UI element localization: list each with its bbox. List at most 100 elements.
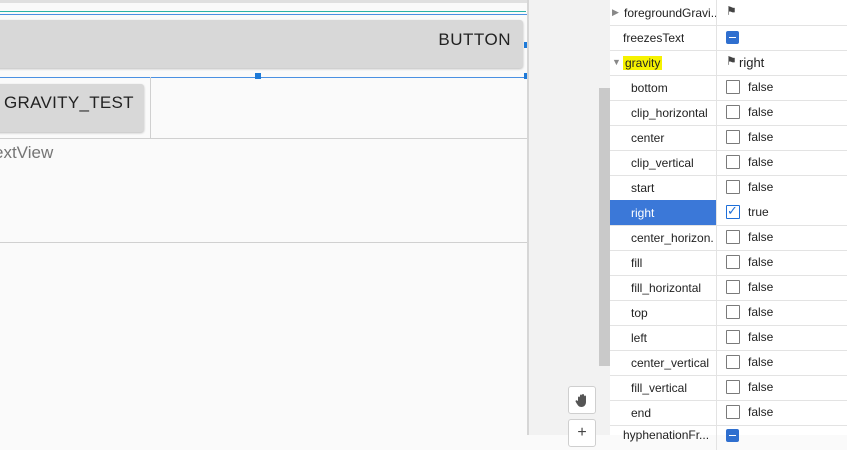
property-name: top bbox=[631, 306, 648, 320]
property-row-center[interactable]: center false bbox=[610, 125, 847, 151]
flag-icon[interactable]: ⚑ bbox=[726, 4, 737, 18]
search-highlight: gravity bbox=[623, 56, 663, 70]
property-row-fill-vertical[interactable]: fill_vertical false bbox=[610, 375, 847, 401]
cell-divider bbox=[150, 77, 151, 138]
column-divider bbox=[716, 275, 717, 300]
design-canvas[interactable]: BUTTON GRAVITY_TEST extView bbox=[0, 0, 528, 435]
column-divider bbox=[716, 125, 717, 150]
property-row-bottom[interactable]: bottom false bbox=[610, 75, 847, 101]
property-name: center_vertical bbox=[631, 356, 710, 370]
property-row-foreground-gravity[interactable]: ▶ foregroundGravi... ⚑ bbox=[610, 0, 847, 26]
checkbox[interactable] bbox=[726, 230, 740, 244]
checkbox[interactable] bbox=[726, 380, 740, 394]
column-divider bbox=[716, 50, 717, 75]
checkbox[interactable] bbox=[726, 255, 740, 269]
property-value: right bbox=[739, 55, 765, 70]
checkbox[interactable] bbox=[726, 80, 740, 94]
property-value: false bbox=[748, 155, 774, 169]
checkbox[interactable] bbox=[726, 180, 740, 194]
checkbox[interactable] bbox=[726, 280, 740, 294]
property-name: left bbox=[631, 331, 648, 345]
property-name: fill_horizontal bbox=[631, 281, 702, 295]
property-row-clip-vertical[interactable]: clip_vertical false bbox=[610, 150, 847, 176]
checkbox[interactable] bbox=[726, 203, 740, 219]
property-value: false bbox=[748, 405, 774, 419]
resize-handle-bottom[interactable] bbox=[255, 73, 261, 79]
checkbox[interactable] bbox=[726, 130, 740, 144]
property-value: false bbox=[748, 230, 774, 244]
property-value: false bbox=[748, 130, 774, 144]
property-value: false bbox=[748, 355, 774, 369]
row-divider bbox=[0, 138, 528, 139]
property-row-start[interactable]: start false bbox=[610, 175, 847, 201]
indeterminate-checkbox-icon[interactable] bbox=[726, 429, 739, 442]
property-row-left[interactable]: left false bbox=[610, 325, 847, 351]
property-row-clip-horizontal[interactable]: clip_horizontal false bbox=[610, 100, 847, 126]
column-divider bbox=[716, 375, 717, 400]
property-value: false bbox=[748, 105, 774, 119]
property-row-top[interactable]: top false bbox=[610, 300, 847, 326]
property-value: true bbox=[748, 205, 769, 219]
column-divider bbox=[716, 250, 717, 275]
property-row-end[interactable]: end false bbox=[610, 400, 847, 426]
property-name: right bbox=[631, 206, 655, 220]
property-value: false bbox=[748, 330, 774, 344]
property-row-gravity[interactable]: ▼ gravity ⚑ right bbox=[610, 50, 847, 76]
property-value: false bbox=[748, 280, 774, 294]
row-divider bbox=[0, 242, 528, 243]
column-divider bbox=[716, 425, 717, 450]
property-value: false bbox=[748, 255, 774, 269]
property-value: false bbox=[748, 305, 774, 319]
canvas-side-gutter: + bbox=[528, 0, 611, 447]
property-row-center-horizon[interactable]: center_horizon... false bbox=[610, 225, 847, 251]
property-name: center_horizon... bbox=[631, 231, 714, 245]
property-name: fill bbox=[631, 256, 643, 270]
expand-triangle-icon[interactable]: ▶ bbox=[612, 7, 619, 18]
column-divider bbox=[716, 0, 717, 25]
gravity-test-button[interactable]: GRAVITY_TEST bbox=[0, 84, 144, 132]
hand-icon bbox=[575, 394, 586, 407]
property-name: end bbox=[631, 406, 652, 420]
gravity-test-label: GRAVITY_TEST bbox=[4, 93, 134, 112]
column-divider bbox=[716, 100, 717, 125]
pan-button[interactable] bbox=[568, 386, 596, 414]
property-row-fill-horizontal[interactable]: fill_horizontal false bbox=[610, 275, 847, 301]
checkbox[interactable] bbox=[726, 330, 740, 344]
checkbox[interactable] bbox=[726, 405, 740, 419]
property-row-partial[interactable]: hyphenationFr... bbox=[610, 425, 847, 450]
column-divider bbox=[716, 75, 717, 100]
property-value: false bbox=[748, 380, 774, 394]
textview-widget[interactable]: extView bbox=[0, 143, 53, 163]
property-row-center-vertical[interactable]: center_vertical false bbox=[610, 350, 847, 376]
property-row-right[interactable]: right true bbox=[610, 200, 847, 226]
property-name: clip_vertical bbox=[631, 156, 694, 170]
column-divider bbox=[716, 175, 717, 200]
property-name: start bbox=[631, 181, 655, 195]
property-name: bottom bbox=[631, 81, 668, 95]
indeterminate-checkbox-icon[interactable] bbox=[726, 31, 739, 44]
layout-guide-line bbox=[0, 11, 526, 12]
checkbox[interactable] bbox=[726, 355, 740, 369]
checkbox[interactable] bbox=[726, 105, 740, 119]
flag-icon[interactable]: ⚑ bbox=[726, 54, 737, 68]
property-name: fill_vertical bbox=[631, 381, 688, 395]
checkbox[interactable] bbox=[726, 305, 740, 319]
column-divider bbox=[716, 150, 717, 175]
property-row-fill[interactable]: fill false bbox=[610, 250, 847, 276]
zoom-in-button[interactable]: + bbox=[568, 419, 596, 447]
property-value: false bbox=[748, 80, 774, 94]
column-divider bbox=[716, 300, 717, 325]
column-divider bbox=[716, 400, 717, 425]
checkbox[interactable] bbox=[726, 155, 740, 169]
selection-outline bbox=[0, 14, 528, 78]
property-row-freezes-text[interactable]: freezesText bbox=[610, 25, 847, 51]
property-value: false bbox=[748, 180, 774, 194]
plus-icon: + bbox=[577, 424, 587, 441]
property-name: gravity bbox=[623, 56, 663, 70]
collapse-triangle-icon[interactable]: ▼ bbox=[612, 57, 621, 67]
canvas-top-border bbox=[0, 0, 528, 3]
property-name: freezesText bbox=[623, 31, 685, 45]
property-name: hyphenationFr... bbox=[623, 428, 710, 442]
property-name: center bbox=[631, 131, 665, 145]
attributes-panel: ▶ foregroundGravi... ⚑ freezesText ▼ gra… bbox=[610, 0, 847, 450]
